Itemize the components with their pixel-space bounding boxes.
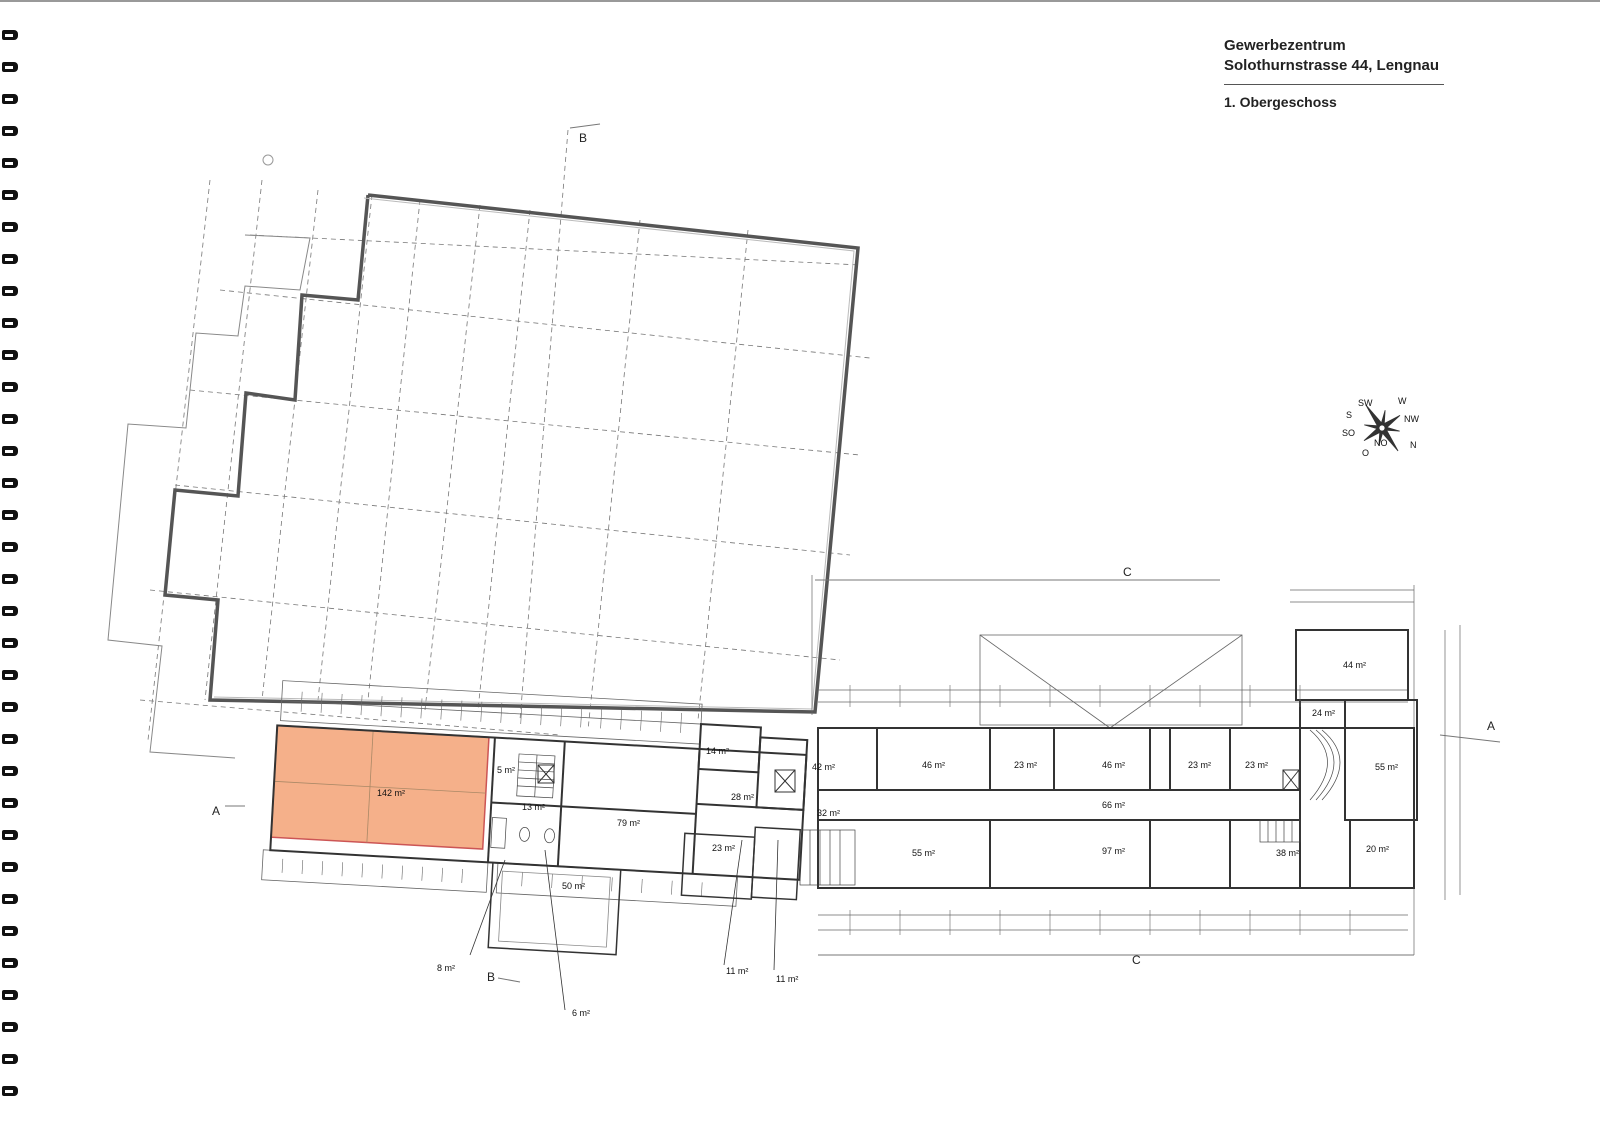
- room-area-55-b: 55 m²: [1375, 762, 1398, 772]
- room-area-23-b: 23 m²: [1014, 760, 1037, 770]
- compass-s: S: [1346, 410, 1352, 420]
- compass-o: O: [1362, 448, 1369, 458]
- room-area-55-a: 55 m²: [912, 848, 935, 858]
- room-area-66: 66 m²: [1102, 800, 1125, 810]
- compass-sw: SW: [1358, 398, 1373, 408]
- room-area-13: 13 m²: [522, 802, 545, 812]
- hall-outline: [107, 234, 311, 759]
- compass-w: W: [1398, 396, 1407, 406]
- room-area-142: 142 m²: [377, 788, 405, 798]
- section-mark-b-top: B: [579, 131, 587, 145]
- room-area-11-a: 11 m²: [726, 966, 748, 976]
- room-area-28: 28 m²: [731, 792, 754, 802]
- room-area-24: 24 m²: [1312, 708, 1335, 718]
- section-mark-a-right: A: [1487, 719, 1495, 733]
- room-area-46-a: 46 m²: [922, 760, 945, 770]
- compass-so: SO: [1342, 428, 1355, 438]
- compass-rose: W SW S SO O NO N NW: [1342, 396, 1419, 458]
- room-area-42: 42 m²: [812, 762, 835, 772]
- hall-outer-wall: [163, 193, 860, 714]
- compass-no: NO: [1374, 438, 1388, 448]
- room-area-32: 32 m²: [817, 808, 840, 818]
- room-area-46-b: 46 m²: [1102, 760, 1125, 770]
- floor-plan: B B A A C C W SW S SO O NO N NW 142 m² 5…: [0, 0, 1600, 1018]
- section-mark-b-bottom: B: [487, 970, 495, 984]
- right-wing: [537, 575, 1461, 955]
- room-area-23-d: 23 m²: [1245, 760, 1268, 770]
- stairs-right: [799, 729, 1341, 886]
- room-area-14: 14 m²: [706, 746, 729, 756]
- room-area-5: 5 m²: [497, 765, 515, 775]
- room-area-79: 79 m²: [617, 818, 640, 828]
- section-mark-c-top: C: [1123, 565, 1132, 579]
- hall-grid: [139, 129, 871, 741]
- main-hall: [107, 129, 871, 759]
- room-area-50: 50 m²: [562, 881, 585, 891]
- left-wing: [261, 680, 809, 956]
- room-area-44: 44 m²: [1343, 660, 1366, 670]
- room-labels: 142 m² 5 m² 13 m² 79 m² 14 m² 28 m² 42 m…: [377, 660, 1398, 1018]
- room-area-11-b: 11 m²: [776, 974, 798, 984]
- compass-n: N: [1410, 440, 1417, 450]
- room-area-6: 6 m²: [572, 1008, 590, 1018]
- roof-truss: [979, 634, 1243, 729]
- room-area-23-left: 23 m²: [712, 843, 735, 853]
- room-area-38: 38 m²: [1276, 848, 1299, 858]
- room-area-23-c: 23 m²: [1188, 760, 1211, 770]
- room-area-8: 8 m²: [437, 963, 455, 973]
- leader-lines: [469, 839, 779, 1011]
- room-area-97: 97 m²: [1102, 846, 1125, 856]
- compass-nw: NW: [1404, 414, 1419, 424]
- room-area-20: 20 m²: [1366, 844, 1389, 854]
- section-mark-a-left: A: [212, 804, 220, 818]
- stairs-left: [516, 753, 556, 799]
